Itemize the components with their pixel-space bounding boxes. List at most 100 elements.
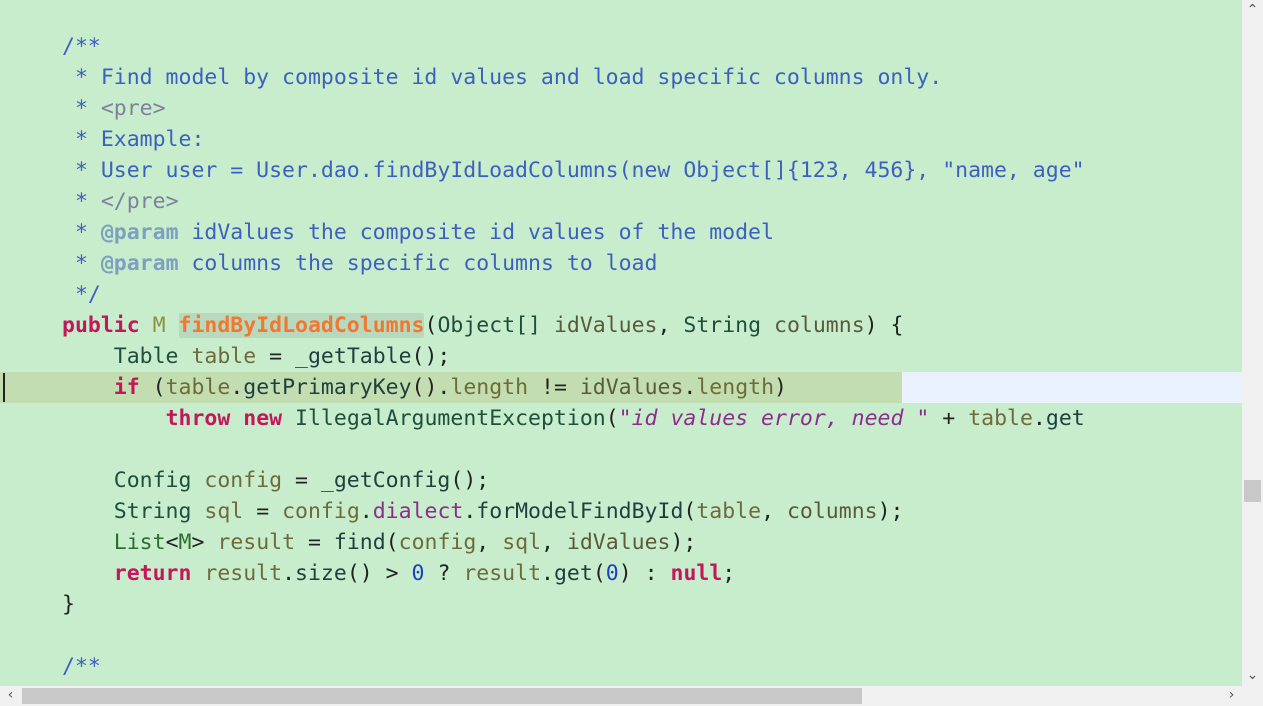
method-call: forModelFindById — [476, 499, 684, 524]
doc-comment: * — [62, 251, 101, 276]
number-literal: 0 — [411, 561, 425, 586]
type-name: Table — [113, 344, 179, 369]
code-editor[interactable]: /** * Find model by composite id values … — [0, 0, 1242, 686]
punctuation: (); — [411, 344, 451, 369]
method-call: get — [1045, 406, 1085, 431]
punctuation: , — [541, 530, 567, 555]
punctuation: () — [346, 561, 373, 586]
punctuation: . — [282, 561, 296, 586]
keyword: if — [113, 375, 140, 400]
punctuation: ; — [722, 561, 736, 586]
punctuation: , — [657, 313, 684, 338]
code-line: * Find model by composite id values and … — [0, 62, 1242, 93]
doc-comment: * Find model by composite id values and … — [62, 65, 943, 90]
horizontal-scrollbar[interactable]: ‹ › — [0, 686, 1242, 706]
code-line: List<M> result = find(config, sql, idVal… — [0, 527, 1242, 558]
type-name: Config — [113, 468, 192, 493]
doc-comment: /** — [62, 34, 101, 59]
punctuation: ) — [618, 561, 632, 586]
scroll-left-icon[interactable]: ‹ — [0, 685, 21, 706]
operator: = — [256, 344, 296, 369]
doc-html-tag: <pre> — [100, 96, 166, 121]
method-call: get — [553, 561, 593, 586]
closing-brace: } — [62, 592, 75, 617]
local-variable: sql — [204, 499, 244, 524]
local-variable: result — [204, 561, 283, 586]
operator: ? — [424, 561, 464, 586]
operator: + — [929, 406, 969, 431]
scroll-up-icon[interactable]: ⌃ — [1242, 0, 1263, 21]
parameter: columns — [786, 499, 878, 524]
code-line: * @param columns the specific columns to… — [0, 248, 1242, 279]
code-line: throw new IllegalArgumentException("id v… — [0, 403, 1242, 434]
code-line: * <pre> — [0, 93, 1242, 124]
method-call: size — [295, 561, 347, 586]
punctuation: ) { — [864, 313, 904, 338]
scrollbar-corner — [1242, 686, 1263, 706]
punctuation: ( — [592, 561, 606, 586]
vertical-scroll-thumb[interactable] — [1244, 480, 1261, 502]
type-parameter: M — [152, 313, 166, 338]
keyword: return — [113, 561, 192, 586]
doc-comment: /** — [62, 654, 101, 679]
horizontal-scroll-thumb[interactable] — [22, 688, 862, 704]
doc-comment: * User user = User.dao.findByIdLoadColum… — [62, 158, 1085, 183]
type-name: IllegalArgumentException — [295, 406, 606, 431]
method-call: getPrimaryKey — [243, 375, 412, 400]
code-line: } — [0, 589, 1242, 620]
type-name: String — [113, 499, 192, 524]
punctuation: ( — [605, 406, 619, 431]
method-call: _getConfig — [320, 468, 451, 493]
scroll-right-icon[interactable]: › — [1221, 685, 1242, 706]
punctuation: ); — [670, 530, 697, 555]
vertical-scrollbar[interactable]: ⌃ ⌄ — [1242, 0, 1263, 686]
doc-comment: * — [62, 189, 101, 214]
scroll-down-icon[interactable]: ⌄ — [1242, 665, 1263, 686]
field-access: length — [450, 375, 529, 400]
code-line: Config config = _getConfig(); — [0, 465, 1242, 496]
doc-html-tag: </pre> — [100, 189, 179, 214]
punctuation: . — [1032, 406, 1046, 431]
local-variable: table — [968, 406, 1033, 431]
punctuation: ); — [877, 499, 904, 524]
doc-param-tag: @param — [100, 251, 179, 276]
keyword: public — [62, 313, 140, 338]
operator: > — [372, 561, 412, 586]
method-call: find — [333, 530, 386, 555]
parameter: columns — [774, 313, 865, 338]
code-line: */ — [0, 279, 1242, 310]
code-line: * </pre> — [0, 186, 1242, 217]
punctuation: ( — [385, 530, 399, 555]
code-line: /** — [0, 31, 1242, 62]
method-declaration[interactable]: findByIdLoadColumns — [178, 313, 425, 338]
code-line: Table table = _getTable(); — [0, 341, 1242, 372]
doc-param-tag: @param — [100, 220, 179, 245]
punctuation: , — [476, 530, 503, 555]
type-name: String — [683, 313, 762, 338]
local-variable: config — [282, 499, 360, 524]
local-variable: sql — [502, 530, 542, 555]
operator: = — [295, 530, 334, 555]
punctuation: < — [165, 530, 179, 555]
type-name: Object[] — [437, 313, 541, 338]
doc-comment: */ — [62, 282, 101, 307]
punctuation: ) — [774, 375, 787, 400]
number-literal: 0 — [605, 561, 619, 586]
code-line: * @param idValues the composite id value… — [0, 217, 1242, 248]
string-literal: "id values error, need " — [618, 406, 930, 431]
keyword: new — [243, 406, 283, 431]
parameter: idValues — [579, 375, 684, 400]
current-line[interactable]: if (table.getPrimaryKey().length != idVa… — [0, 372, 1242, 403]
field-access: dialect — [372, 499, 464, 524]
keyword: throw — [165, 406, 231, 431]
